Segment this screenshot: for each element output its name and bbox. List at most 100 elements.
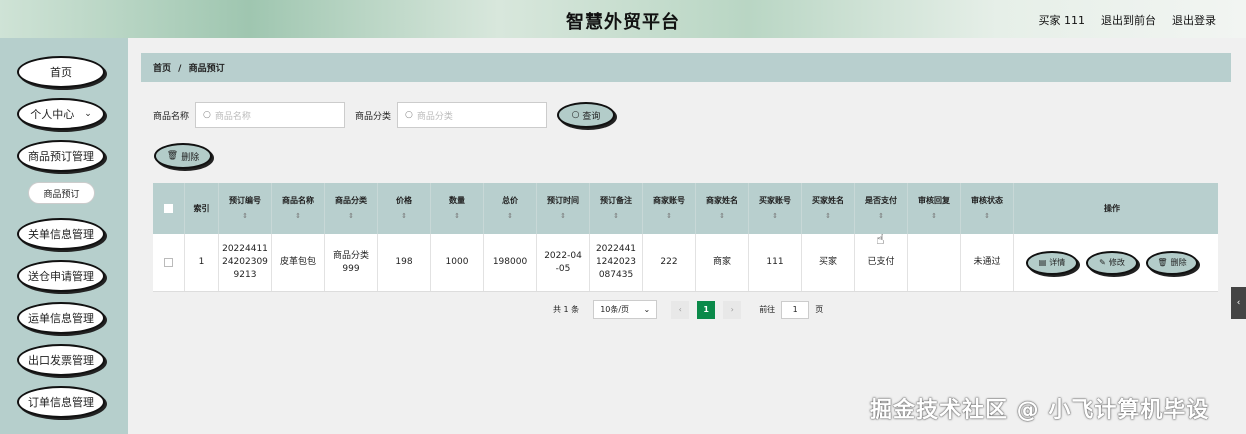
header-total[interactable]: 总价 ⇕: [484, 183, 537, 234]
search-icon: ○: [203, 110, 211, 120]
product-category-input[interactable]: ○ 商品分类: [397, 102, 548, 128]
query-button[interactable]: ○ 查询: [557, 102, 615, 128]
chevron-left-icon: ‹: [1236, 298, 1241, 308]
user-name: 买家 111: [1038, 14, 1086, 27]
pencil-icon: ✎: [1099, 258, 1106, 267]
sort-icon: ⇕: [454, 212, 460, 220]
cell-seller-account: 222: [643, 234, 696, 291]
sidebar-item-personal-center[interactable]: 个人中心 ⌄: [17, 98, 105, 130]
sidebar-item-export-invoice-mgmt[interactable]: 出口发票管理: [17, 344, 105, 376]
header-seller-name[interactable]: 商家姓名 ⇕: [696, 183, 749, 234]
header-reply[interactable]: 审核回复 ⇕: [908, 183, 961, 234]
sort-icon: ⇕: [772, 212, 778, 220]
header-order-no[interactable]: 预订编号 ⇕: [219, 183, 272, 234]
header-remark[interactable]: 预订备注 ⇕: [590, 183, 643, 234]
sidebar-item-product-booking-mgmt[interactable]: 商品预订管理: [17, 140, 105, 172]
cell-seller-name: 商家: [696, 234, 749, 291]
table-row: 1 20224411 24202309 9213 皮革包包 商品分类 999 1…: [153, 234, 1218, 292]
bulk-delete-button[interactable]: 🗑 删除: [154, 143, 212, 169]
goto-page-input[interactable]: 1: [781, 300, 810, 319]
sort-icon: ⇕: [295, 212, 301, 220]
header-qty[interactable]: 数量 ⇕: [431, 183, 484, 234]
sort-icon: ⇕: [613, 212, 619, 220]
select-all-checkbox[interactable]: [164, 204, 173, 213]
sort-icon: ⇕: [507, 212, 513, 220]
page-number-button[interactable]: 1: [697, 300, 716, 319]
sidebar-item-customs-info-mgmt[interactable]: 关单信息管理: [17, 218, 105, 250]
edit-button[interactable]: ✎ 修改: [1086, 250, 1138, 275]
detail-button[interactable]: ▤ 详情: [1026, 250, 1078, 275]
delete-button[interactable]: 🗑 删除: [1146, 250, 1198, 275]
cell-index: 1: [185, 234, 219, 291]
top-header: 智慧外贸平台 买家 111 退出到前台 退出登录: [0, 0, 1246, 38]
side-panel-toggle[interactable]: ‹: [1231, 287, 1246, 319]
cell-category: 商品分类 999: [325, 234, 378, 291]
sort-icon: ⇕: [242, 212, 248, 220]
chevron-right-icon: ›: [730, 305, 734, 314]
cell-price: 198: [378, 234, 431, 291]
header-time[interactable]: 预订时间 ⇕: [537, 183, 590, 234]
header-checkbox-cell: [153, 183, 185, 234]
sort-icon: ⇕: [560, 212, 566, 220]
chevron-left-icon: ‹: [678, 305, 682, 314]
table-header: 索引 预订编号 ⇕ 商品名称 ⇕ 商品分类 ⇕ 价格 ⇕ 数量 ⇕ 总价 ⇕ 预订时间 ⇕ 预…: [153, 183, 1218, 234]
sidebar-item-warehouse-request-mgmt[interactable]: 送仓申请管理: [17, 260, 105, 292]
cell-time: 2022-04 -05: [537, 234, 590, 291]
header-buyer-name[interactable]: 买家姓名 ⇕: [802, 183, 855, 234]
breadcrumb-separator: /: [178, 64, 182, 74]
cell-product-name: 皮革包包: [272, 234, 325, 291]
prev-page-button[interactable]: ‹: [671, 300, 690, 319]
header-seller-account[interactable]: 商家账号 ⇕: [643, 183, 696, 234]
header-buyer-account[interactable]: 买家账号 ⇕: [749, 183, 802, 234]
back-to-front-link[interactable]: 退出到前台: [1101, 12, 1156, 28]
next-page-button[interactable]: ›: [723, 300, 742, 319]
search-category-group: 商品分类 ○ 商品分类: [355, 102, 548, 128]
row-checkbox[interactable]: [164, 258, 173, 267]
hand-cursor-icon: ☝: [876, 232, 885, 248]
cell-total: 198000: [484, 234, 537, 291]
sort-icon: ⇕: [401, 212, 407, 220]
header-product-name[interactable]: 商品名称 ⇕: [272, 183, 325, 234]
product-name-input[interactable]: ○ 商品名称: [195, 102, 346, 128]
sidebar-item-home[interactable]: 首页: [17, 56, 105, 88]
sidebar-subitem-product-booking[interactable]: 商品预订: [28, 182, 95, 204]
header-actions: 买家 111 退出到前台 退出登录: [1039, 12, 1217, 28]
product-category-label: 商品分类: [355, 111, 392, 122]
product-name-label: 商品名称: [153, 111, 190, 122]
sidebar: 首页 个人中心 ⌄ 商品预订管理 商品预订 关单信息管理 送仓申请管理 运单信息管…: [0, 38, 128, 434]
breadcrumb: 首页 / 商品预订: [141, 53, 1231, 82]
cell-actions: ▤ 详情 ✎ 修改 🗑 删除: [1014, 234, 1210, 291]
header-index: 索引: [185, 183, 219, 234]
logout-link[interactable]: 退出登录: [1172, 12, 1216, 28]
breadcrumb-home[interactable]: 首页: [153, 64, 171, 74]
sort-icon: ⇕: [984, 212, 990, 220]
cell-remark: 2022441 1242023 087435: [590, 234, 643, 291]
page-size-select[interactable]: 10条/页 ⌄: [593, 300, 658, 319]
row-checkbox-cell: [153, 234, 185, 291]
pagination: 共 1 条 10条/页 ⌄ ‹ 1 › 前往 1 页: [553, 300, 823, 319]
cell-qty: 1000: [431, 234, 484, 291]
sort-icon: ⇕: [666, 212, 672, 220]
cell-reply: [908, 234, 961, 291]
cell-order-no: 20224411 24202309 9213: [219, 234, 272, 291]
goto-label: 前往: [759, 305, 776, 314]
document-icon: ▤: [1038, 258, 1047, 267]
sidebar-item-waybill-mgmt[interactable]: 运单信息管理: [17, 302, 105, 334]
chevron-down-icon: ⌄: [84, 109, 92, 119]
header-status[interactable]: 审核状态 ⇕: [961, 183, 1014, 234]
total-count: 共 1 条: [553, 305, 580, 314]
booking-table: 索引 预订编号 ⇕ 商品名称 ⇕ 商品分类 ⇕ 价格 ⇕ 数量 ⇕ 总价 ⇕ 预订时间 ⇕ 预…: [153, 183, 1218, 292]
header-actions: 操作: [1104, 204, 1120, 213]
sidebar-item-order-info-mgmt[interactable]: 订单信息管理: [17, 386, 105, 418]
page-unit-label: 页: [815, 305, 824, 314]
header-category[interactable]: 商品分类 ⇕: [325, 183, 378, 234]
header-paid[interactable]: 是否支付 ⇕: [855, 183, 908, 234]
trash-icon: 🗑: [166, 151, 179, 161]
watermark-text: 掘金技术社区 @ 小飞计算机毕设: [870, 398, 1210, 423]
trash-icon: 🗑: [1157, 258, 1168, 267]
sort-icon: ⇕: [931, 212, 937, 220]
cell-buyer-name: 买家: [802, 234, 855, 291]
search-icon: ○: [405, 110, 413, 120]
header-price[interactable]: 价格 ⇕: [378, 183, 431, 234]
breadcrumb-current: 商品预订: [188, 64, 225, 74]
